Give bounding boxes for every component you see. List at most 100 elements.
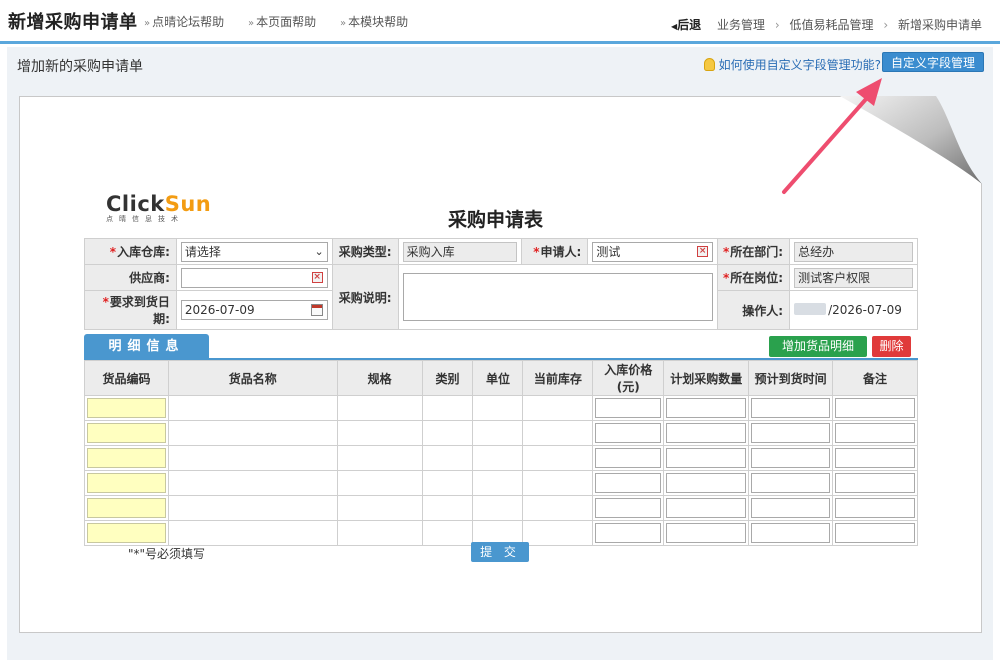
table-cell <box>421 445 474 471</box>
delete-button[interactable]: 删除 <box>872 336 911 357</box>
delivery-date-field[interactable]: 2026-07-09 <box>180 300 328 320</box>
module-help-link[interactable]: » 本模块帮助 <box>340 15 418 29</box>
add-item-button[interactable]: 增加货品明细 <box>769 336 868 357</box>
breadcrumb-item-current: 新增采购申请单 <box>897 18 982 32</box>
back-link[interactable]: ◀后退 <box>671 18 701 32</box>
purchase-type-label: 采购类型: <box>331 238 399 265</box>
price-input[interactable] <box>595 448 662 468</box>
table-cell <box>472 395 524 421</box>
position-field: 测试客户权限 <box>794 267 913 288</box>
table-cell <box>421 495 474 521</box>
table-cell <box>167 520 338 546</box>
table-row <box>84 470 918 496</box>
table-cell <box>522 520 594 546</box>
breadcrumb-item-business[interactable]: 业务管理 <box>717 18 765 32</box>
page-help-link[interactable]: » 本页面帮助 <box>248 15 326 29</box>
applicant-field[interactable]: 测试 × <box>592 241 714 262</box>
eta-input[interactable] <box>751 423 831 443</box>
warehouse-select[interactable]: 请选择 ⌄ <box>180 241 328 262</box>
col-spec: 规格 <box>336 360 423 396</box>
table-cell <box>336 445 423 471</box>
purchase-desc-textarea[interactable] <box>402 273 714 321</box>
calendar-icon[interactable] <box>310 304 323 316</box>
table-row <box>84 395 918 421</box>
quantity-input[interactable] <box>666 523 747 543</box>
chevron-right-icon: › <box>774 18 780 32</box>
remark-input[interactable] <box>835 448 915 468</box>
eta-input[interactable] <box>751 523 831 543</box>
required-note: "*"号必须填写 <box>128 547 206 561</box>
operator-label: 操作人: <box>717 290 791 330</box>
purchase-type-field: 采购入库 <box>402 241 518 262</box>
remark-input[interactable] <box>835 523 915 543</box>
col-category: 类别 <box>421 360 474 396</box>
pointer-arrow-icon <box>782 78 882 194</box>
table-cell <box>472 420 524 446</box>
table-cell <box>522 420 594 446</box>
remark-input[interactable] <box>835 423 915 443</box>
chevron-down-icon: ⌄ <box>314 244 324 258</box>
eta-input[interactable] <box>751 473 831 493</box>
page-title: 新增采购申请单 <box>8 12 138 33</box>
price-input[interactable] <box>595 398 662 418</box>
col-remark: 备注 <box>832 360 918 396</box>
item-code-input[interactable] <box>87 498 166 518</box>
remark-input[interactable] <box>835 398 915 418</box>
eta-input[interactable] <box>751 448 831 468</box>
dept-field: 总经办 <box>794 241 913 262</box>
submit-button[interactable]: 提 交 <box>471 542 529 562</box>
price-input[interactable] <box>595 523 662 543</box>
table-cell <box>336 395 423 421</box>
price-input[interactable] <box>595 423 662 443</box>
form-title: 采购申请表 <box>448 209 544 231</box>
clear-icon[interactable]: × <box>311 271 323 283</box>
item-code-input[interactable] <box>87 448 166 468</box>
breadcrumb-item-consumables[interactable]: 低值易耗品管理 <box>790 18 874 32</box>
price-input[interactable] <box>595 473 662 493</box>
eta-input[interactable] <box>751 498 831 518</box>
supplier-label: 供应商: <box>84 264 177 291</box>
table-cell <box>167 470 338 496</box>
table-cell <box>336 495 423 521</box>
quantity-input[interactable] <box>666 473 747 493</box>
quantity-input[interactable] <box>666 423 747 443</box>
quantity-input[interactable] <box>666 448 747 468</box>
table-cell <box>421 395 474 421</box>
top-bar: 新增采购申请单 » 点晴论坛帮助 » 本页面帮助 » 本模块帮助 ◀后退 业务管理 ›… <box>0 0 1000 44</box>
help-links: » 点晴论坛帮助 » 本页面帮助 » 本模块帮助 <box>144 13 428 30</box>
forum-help-link[interactable]: » 点晴论坛帮助 <box>144 15 234 29</box>
col-eta: 预计到货时间 <box>748 360 834 396</box>
item-code-input[interactable] <box>87 398 166 418</box>
quantity-input[interactable] <box>666 398 747 418</box>
warehouse-label: *入库仓库: <box>84 238 177 265</box>
clicksun-logo: ClickSun 点晴信息技术 <box>106 192 212 223</box>
table-cell <box>421 470 474 496</box>
item-code-input[interactable] <box>87 523 166 543</box>
table-row <box>84 420 918 446</box>
supplier-field[interactable]: × <box>180 267 328 288</box>
tab-details[interactable]: 明细信息 <box>84 334 209 360</box>
table-cell <box>167 445 338 471</box>
clear-icon[interactable]: × <box>697 245 709 257</box>
table-cell <box>522 495 594 521</box>
details-table: 货品编码 货品名称 规格 类别 单位 当前库存 入库价格(元) 计划采购数量 预… <box>84 360 918 546</box>
item-code-input[interactable] <box>87 473 166 493</box>
item-code-input[interactable] <box>87 423 166 443</box>
table-row <box>84 495 918 521</box>
table-cell <box>167 495 338 521</box>
custom-field-button[interactable]: 自定义字段管理 <box>881 52 984 72</box>
dept-label: *所在部门: <box>717 238 791 265</box>
remark-input[interactable] <box>835 473 915 493</box>
remark-input[interactable] <box>835 498 915 518</box>
table-cell <box>472 470 524 496</box>
quantity-input[interactable] <box>666 498 747 518</box>
col-stock: 当前库存 <box>522 360 594 396</box>
table-cell <box>472 495 524 521</box>
position-label: *所在岗位: <box>717 264 791 291</box>
table-cell <box>522 395 594 421</box>
price-input[interactable] <box>595 498 662 518</box>
date-label: *要求到货日期: <box>84 290 177 330</box>
eta-input[interactable] <box>751 398 831 418</box>
table-cell <box>336 470 423 496</box>
table-cell <box>522 470 594 496</box>
